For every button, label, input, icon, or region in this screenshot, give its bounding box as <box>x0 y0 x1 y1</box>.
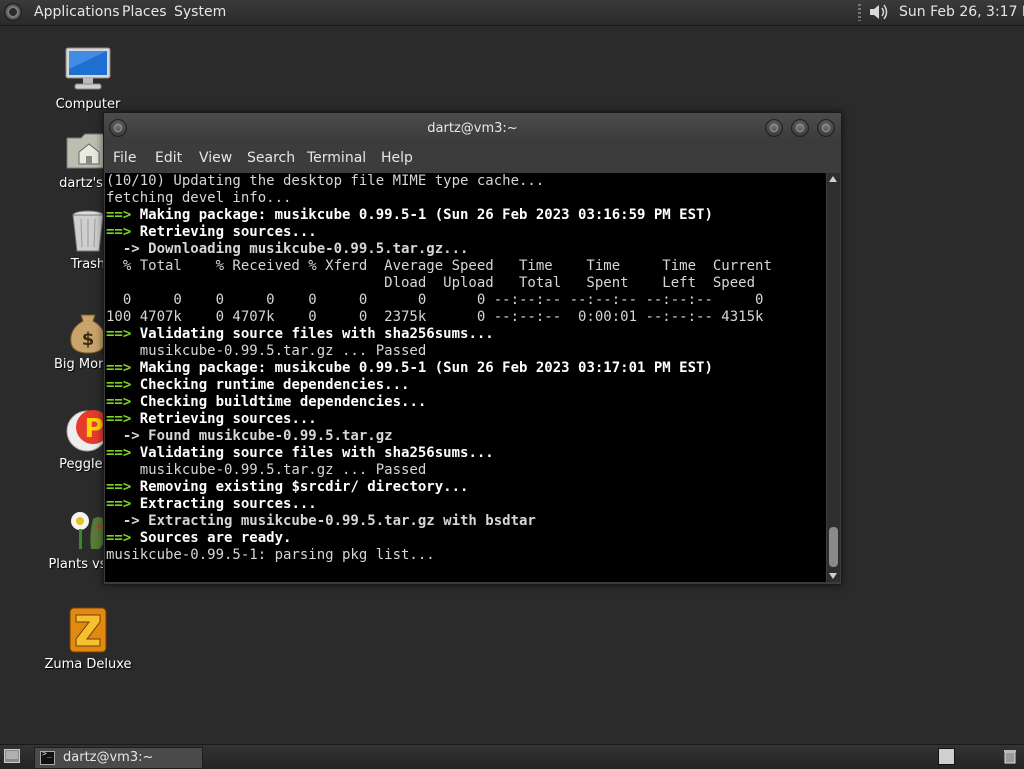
prompt-arrow: ==> <box>106 394 132 410</box>
terminal-line-text: Validating source files with sha256sums.… <box>131 445 494 461</box>
prompt-arrow: ==> <box>106 326 132 342</box>
terminal-menubar: File Edit View Search Terminal Help <box>104 143 841 171</box>
taskbar-button-terminal[interactable]: dartz@vm3:~ <box>34 747 203 769</box>
terminal-line-text: Sources are ready. <box>131 530 292 546</box>
terminal-line-text: Retrieving sources... <box>131 224 317 240</box>
applications-menu[interactable]: Applications <box>34 4 120 20</box>
desktop-icon-zuma-deluxe[interactable]: Zuma Deluxe <box>33 605 143 672</box>
terminal-line: -> Found musikcube-0.99.5.tar.gz <box>106 428 826 445</box>
terminal-line-text: (10/10) Updating the desktop file MIME t… <box>106 173 545 189</box>
terminal-icon <box>40 749 55 765</box>
terminal-line: ==> Removing existing $srcdir/ directory… <box>106 479 826 496</box>
terminal-line: % Total % Received % Xferd Average Speed… <box>106 258 826 275</box>
maximize-button[interactable] <box>791 119 809 137</box>
trash-applet-icon[interactable] <box>1002 748 1018 764</box>
terminal-line-text: Dload Upload Total Spent Left Speed <box>106 275 756 291</box>
volume-icon[interactable] <box>868 2 890 22</box>
scroll-down-arrow-icon[interactable] <box>829 573 837 579</box>
window-titlebar[interactable]: dartz@vm3:~ <box>104 113 841 143</box>
terminal-line: (10/10) Updating the desktop file MIME t… <box>106 173 826 190</box>
terminal-line-text: Validating source files with sha256sums.… <box>131 326 494 342</box>
terminal-line: ==> Sources are ready. <box>106 530 826 547</box>
terminal-output[interactable]: (10/10) Updating the desktop file MIME t… <box>105 173 826 582</box>
terminal-line-text: Retrieving sources... <box>131 411 317 427</box>
computer-icon <box>65 47 111 90</box>
prompt-arrow: ==> <box>106 530 132 546</box>
prompt-arrow: ==> <box>106 445 132 461</box>
scrollbar-thumb[interactable] <box>829 527 838 567</box>
terminal-line-text: 0 0 0 0 0 0 0 0 --:--:-- --:--:-- --:--:… <box>106 292 764 308</box>
panel-clock[interactable]: Sun Feb 26, 3:17 PM <box>899 4 1024 20</box>
terminal-line: -> Extracting musikcube-0.99.5.tar.gz wi… <box>106 513 826 530</box>
terminal-window[interactable]: dartz@vm3:~ File Edit View Search Termin… <box>103 112 842 585</box>
terminal-line: musikcube-0.99.5.tar.gz ... Passed <box>106 343 826 360</box>
svg-text:P: P <box>84 414 103 444</box>
terminal-line-text: musikcube-0.99.5.tar.gz ... Passed <box>106 462 427 478</box>
terminal-line-text: Checking buildtime dependencies... <box>131 394 427 410</box>
show-desktop-icon[interactable] <box>4 749 20 763</box>
window-title: dartz@vm3:~ <box>427 121 518 136</box>
terminal-line-text: Making package: musikcube 0.99.5-1 (Sun … <box>131 360 713 376</box>
terminal-line: ==> Retrieving sources... <box>106 411 826 428</box>
menu-view[interactable]: View <box>199 150 232 166</box>
taskbar-button-label: dartz@vm3:~ <box>63 750 154 765</box>
terminal-line: ==> Checking runtime dependencies... <box>106 377 826 394</box>
terminal-lines: (10/10) Updating the desktop file MIME t… <box>105 173 826 564</box>
menu-help[interactable]: Help <box>381 150 413 166</box>
terminal-line-text: Removing existing $srcdir/ directory... <box>131 479 469 495</box>
close-button[interactable] <box>817 119 835 137</box>
system-menu[interactable]: System <box>174 4 226 20</box>
terminal-line: 100 4707k 0 4707k 0 0 2375k 0 --:--:-- 0… <box>106 309 826 326</box>
prompt-arrow: ==> <box>106 360 132 376</box>
workspace-switcher[interactable] <box>938 748 955 765</box>
terminal-line: ==> Making package: musikcube 0.99.5-1 (… <box>106 360 826 377</box>
terminal-line: fetching devel info... <box>106 190 826 207</box>
terminal-line-text: Checking runtime dependencies... <box>131 377 410 393</box>
desktop-icon-computer[interactable]: Computer <box>33 45 143 112</box>
places-menu[interactable]: Places <box>122 4 167 20</box>
terminal-line-text: Extracting sources... <box>131 496 317 512</box>
minimize-button[interactable] <box>765 119 783 137</box>
terminal-line: Dload Upload Total Spent Left Speed <box>106 275 826 292</box>
terminal-line-text: musikcube-0.99.5.tar.gz ... Passed <box>106 343 427 359</box>
prompt-arrow: ==> <box>106 224 132 240</box>
prompt-arrow: ==> <box>106 411 132 427</box>
terminal-line: ==> Checking buildtime dependencies... <box>106 394 826 411</box>
terminal-line: ==> Making package: musikcube 0.99.5-1 (… <box>106 207 826 224</box>
top-panel: Applications Places System Sun Feb 26, 3… <box>0 0 1024 26</box>
prompt-arrow: ==> <box>106 377 132 393</box>
terminal-line: ==> Validating source files with sha256s… <box>106 326 826 343</box>
terminal-line-text: % Total % Received % Xferd Average Speed… <box>106 258 772 274</box>
terminal-line-text: -> Extracting musikcube-0.99.5.tar.gz wi… <box>106 513 536 529</box>
terminal-line-text: -> Found musikcube-0.99.5.tar.gz <box>106 428 393 444</box>
prompt-arrow: ==> <box>106 207 132 223</box>
terminal-line: ==> Validating source files with sha256s… <box>106 445 826 462</box>
panel-drag-handle[interactable] <box>858 4 861 21</box>
terminal-line: ==> Retrieving sources... <box>106 224 826 241</box>
terminal-line-text: Making package: musikcube 0.99.5-1 (Sun … <box>131 207 713 223</box>
prompt-arrow: ==> <box>106 479 132 495</box>
menu-file[interactable]: File <box>113 150 136 166</box>
terminal-line: -> Downloading musikcube-0.99.5.tar.gz..… <box>106 241 826 258</box>
terminal-line: ==> Extracting sources... <box>106 496 826 513</box>
terminal-line-text: -> Downloading musikcube-0.99.5.tar.gz..… <box>106 241 469 257</box>
terminal-line-text: musikcube-0.99.5-1: parsing pkg list... <box>106 547 435 563</box>
scroll-up-arrow-icon[interactable] <box>829 176 837 182</box>
zuma-deluxe-icon <box>69 607 107 653</box>
terminal-line-text: 100 4707k 0 4707k 0 0 2375k 0 --:--:-- 0… <box>106 309 764 325</box>
svg-text:$: $ <box>82 329 95 350</box>
terminal-line: 0 0 0 0 0 0 0 0 --:--:-- --:--:-- --:--:… <box>106 292 826 309</box>
terminal-scrollbar[interactable] <box>827 173 840 582</box>
menu-terminal[interactable]: Terminal <box>307 150 366 166</box>
menu-edit[interactable]: Edit <box>155 150 182 166</box>
desktop-icon-label: Zuma Deluxe <box>44 657 132 672</box>
desktop-icon-label: Computer <box>55 97 121 112</box>
terminal-line: musikcube-0.99.5-1: parsing pkg list... <box>106 547 826 564</box>
main-menu-logo-icon[interactable] <box>4 3 22 21</box>
menu-search[interactable]: Search <box>247 150 295 166</box>
terminal-line: musikcube-0.99.5.tar.gz ... Passed <box>106 462 826 479</box>
prompt-arrow: ==> <box>106 496 132 512</box>
bottom-panel: dartz@vm3:~ <box>0 744 1024 769</box>
terminal-line-text: fetching devel info... <box>106 190 292 206</box>
